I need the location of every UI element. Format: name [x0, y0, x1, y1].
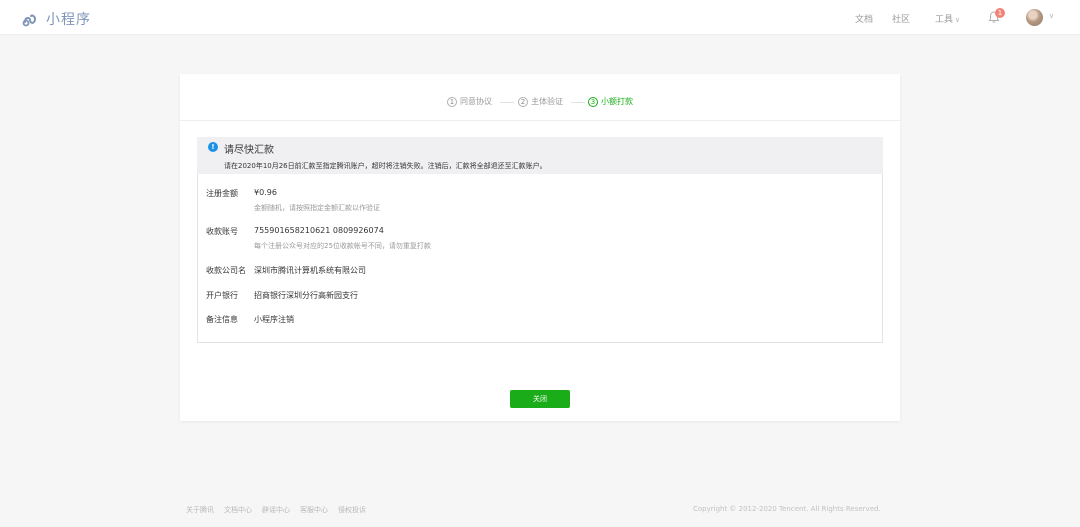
mini-program-logo[interactable]: 小程序	[22, 9, 91, 29]
footer-link-about[interactable]: 关于腾讯	[186, 505, 214, 515]
nav-community-link[interactable]: 社区	[892, 12, 910, 25]
progress-steps: 1 同意协议 2 主体验证 3 小额打款	[180, 92, 900, 114]
notice-title: 请尽快汇款	[224, 145, 274, 156]
footer-link-infringement[interactable]: 侵权投诉	[338, 505, 366, 515]
remittance-notice: ! 请尽快汇款 请在2020年10月26日前汇款至指定腾讯账户，超时将注销失败。…	[197, 137, 883, 174]
mini-program-logo-icon	[22, 14, 37, 27]
step-agree-protocol: 1 同意协议	[447, 96, 492, 107]
chevron-down-icon[interactable]: ∨	[1049, 12, 1054, 20]
info-label: 开户银行	[206, 291, 238, 300]
amount-note: 金额随机，请按照指定金额汇款以作验证	[254, 204, 380, 212]
step-label: 小额打款	[601, 97, 633, 106]
remark-value: 小程序注销	[254, 315, 294, 324]
nav-docs-link[interactable]: 文档	[855, 12, 873, 25]
user-avatar[interactable]	[1026, 9, 1043, 26]
step-number: 1	[447, 96, 457, 107]
info-row-account: 收款账号 755901658210621 0809926074 每个注册公众号对…	[206, 226, 431, 251]
main-card: 1 同意协议 2 主体验证 3 小额打款 ! 请尽快汇款 请在2020年10月2…	[180, 74, 900, 421]
bank-name: 招商银行深圳分行高新园支行	[254, 291, 358, 300]
footer-link-docs[interactable]: 文档中心	[224, 505, 252, 515]
info-row-remark: 备注信息 小程序注销	[206, 314, 294, 325]
step-label: 主体验证	[531, 97, 563, 106]
info-row-company: 收款公司名 深圳市腾讯计算机系统有限公司	[206, 265, 366, 276]
info-label: 收款账号	[206, 227, 238, 236]
step-label: 同意协议	[460, 97, 492, 106]
step-connector	[500, 102, 514, 103]
payment-info-box: 注册金额 ¥0.96 金额随机，请按照指定金额汇款以作验证 收款账号 75590…	[197, 174, 883, 343]
info-label: 收款公司名	[206, 266, 246, 275]
close-button[interactable]: 关闭	[510, 390, 570, 408]
account-value-block: 755901658210621 0809926074 每个注册公众号对应的25位…	[254, 226, 431, 251]
info-label: 注册金额	[206, 189, 238, 198]
info-label: 备注信息	[206, 315, 238, 324]
top-navigation-bar: 小程序 文档 社区 工具 ∨ 1 ∨	[0, 0, 1080, 35]
account-number: 755901658210621 0809926074	[254, 226, 384, 235]
step-small-payment: 3 小额打款	[588, 96, 633, 107]
step-entity-verification: 2 主体验证	[518, 96, 563, 107]
nav-tools-menu[interactable]: 工具 ∨	[935, 12, 960, 25]
footer-link-support[interactable]: 客服中心	[300, 505, 328, 515]
step-number: 3	[588, 96, 598, 107]
info-icon: !	[208, 142, 218, 152]
info-row-amount: 注册金额 ¥0.96 金额随机，请按照指定金额汇款以作验证	[206, 188, 380, 213]
chevron-down-icon: ∨	[955, 16, 961, 24]
copyright-text: Copyright © 2012-2020 Tencent. All Right…	[693, 505, 881, 513]
info-row-bank: 开户银行 招商银行深圳分行高新园支行	[206, 290, 358, 301]
footer-links: 关于腾讯 文档中心 辟谣中心 客服中心 侵权投诉	[186, 505, 376, 515]
divider	[180, 120, 900, 121]
nav-tools-label: 工具	[935, 15, 954, 25]
footer-link-rumor[interactable]: 辟谣中心	[262, 505, 290, 515]
logo-text: 小程序	[46, 12, 91, 28]
amount-value-block: ¥0.96 金额随机，请按照指定金额汇款以作验证	[254, 188, 380, 213]
notice-description: 请在2020年10月26日前汇款至指定腾讯账户，超时将注销失败。注销后，汇款将全…	[224, 162, 547, 170]
notification-badge: 1	[995, 8, 1005, 18]
step-number: 2	[518, 96, 528, 107]
step-connector	[571, 102, 585, 103]
amount-value: ¥0.96	[254, 188, 277, 197]
company-name: 深圳市腾讯计算机系统有限公司	[254, 266, 366, 275]
account-note: 每个注册公众号对应的25位收款帐号不同，请勿重复打款	[254, 242, 431, 250]
